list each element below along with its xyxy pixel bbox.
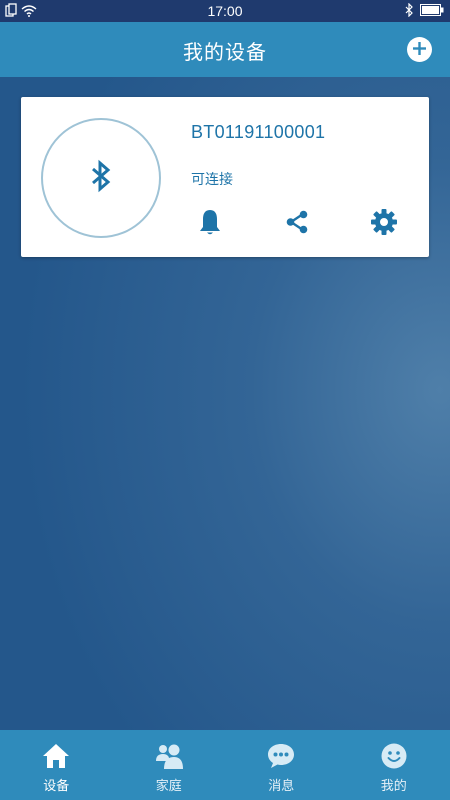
device-status: 可连接 — [191, 172, 233, 188]
share-icon — [285, 210, 309, 238]
status-bar-right — [405, 2, 444, 21]
nav-label-family: 家庭 — [155, 779, 182, 794]
app-screen: 17:00 我的设备 BT01191100001 可连接 设备 家庭 消息 我的 — [0, 0, 450, 800]
nav-item-devices[interactable]: 设备 — [0, 730, 113, 800]
bottom-nav: 设备 家庭 消息 我的 — [0, 730, 450, 800]
share-button[interactable] — [282, 209, 312, 239]
nav-item-messages[interactable]: 消息 — [225, 730, 338, 800]
status-bar: 17:00 — [0, 0, 450, 22]
gear-icon — [370, 208, 398, 240]
family-icon — [154, 742, 184, 770]
nav-label-me: 我的 — [380, 779, 407, 794]
battery-icon — [420, 4, 444, 20]
nav-label-messages: 消息 — [268, 779, 295, 794]
status-time: 17:00 — [207, 3, 243, 19]
bell-icon — [198, 208, 222, 240]
home-icon — [41, 742, 71, 770]
plus-icon — [413, 40, 426, 59]
add-device-button[interactable] — [407, 37, 432, 62]
nav-item-family[interactable]: 家庭 — [113, 730, 226, 800]
device-name: BT01191100001 — [191, 122, 326, 142]
message-icon — [266, 742, 296, 770]
bluetooth-status-icon — [405, 2, 414, 21]
settings-button[interactable] — [369, 209, 399, 239]
bluetooth-icon — [90, 159, 112, 197]
page-title: 我的设备 — [183, 40, 267, 64]
smiley-icon — [379, 742, 409, 770]
alarm-button[interactable] — [195, 209, 225, 239]
device-card[interactable]: BT01191100001 可连接 — [21, 97, 429, 257]
app-header: 我的设备 — [0, 22, 450, 77]
nav-item-me[interactable]: 我的 — [338, 730, 450, 800]
nav-label-devices: 设备 — [43, 779, 70, 794]
device-bluetooth-badge — [41, 118, 161, 238]
